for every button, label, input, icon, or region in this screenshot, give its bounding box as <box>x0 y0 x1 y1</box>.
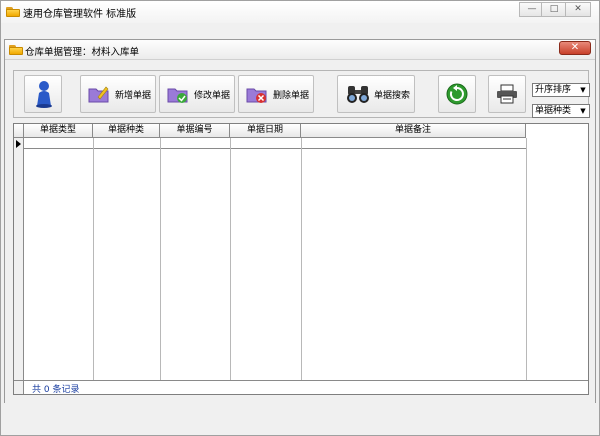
document-titlebar: 仓库单据管理：材料入库单 ✕ <box>5 40 595 60</box>
add-record-label: 新增单据 <box>115 91 152 101</box>
sort-order-value: 升序排序 <box>535 85 572 95</box>
refresh-button[interactable] <box>438 75 476 113</box>
user-figure-icon <box>36 81 52 108</box>
chevron-down-icon: ▼ <box>580 86 586 94</box>
print-button[interactable] <box>488 75 526 113</box>
refresh-icon <box>446 83 468 105</box>
status-bar <box>4 403 596 421</box>
document-title: 仓库单据管理：材料入库单 <box>25 47 140 58</box>
column-divider <box>526 138 527 380</box>
document-window: 仓库单据管理：材料入库单 ✕ 新增单据 修改单据 删除单据 单据搜索 升序排序 … <box>4 39 596 421</box>
column-header[interactable]: 单据日期 <box>230 124 301 138</box>
close-button[interactable]: ✕ <box>565 2 591 17</box>
record-type-select[interactable]: 单据种类 ▼ <box>532 104 590 118</box>
column-header[interactable]: 单据编号 <box>160 124 230 138</box>
edit-record-button[interactable]: 修改单据 <box>159 75 235 113</box>
folder-icon <box>9 44 23 55</box>
binoculars-icon <box>347 86 369 103</box>
column-header[interactable]: 单据种类 <box>93 124 160 138</box>
chevron-down-icon: ▼ <box>580 107 586 115</box>
column-divider <box>93 138 94 380</box>
header-corner <box>14 124 24 138</box>
current-row-marker-icon <box>16 140 21 148</box>
maximize-button[interactable]: □ <box>541 2 567 17</box>
column-header[interactable]: 单据类型 <box>24 124 93 138</box>
toolbar: 新增单据 修改单据 删除单据 单据搜索 升序排序 ▼ 单据种类 ▼ <box>13 70 590 118</box>
user-button[interactable] <box>24 75 62 113</box>
row-indicator-column <box>14 138 24 380</box>
sort-order-select[interactable]: 升序排序 ▼ <box>532 83 590 97</box>
grid-header: 单据类型 单据种类 单据编号 单据日期 单据备注 <box>14 124 526 138</box>
printer-icon <box>497 84 517 104</box>
folder-icon <box>6 6 20 17</box>
column-header[interactable]: 单据备注 <box>301 124 526 138</box>
search-record-button[interactable]: 单据搜索 <box>337 75 415 113</box>
column-divider <box>301 138 302 380</box>
search-record-label: 单据搜索 <box>374 91 411 101</box>
record-type-value: 单据种类 <box>535 106 572 116</box>
window-title: 速用仓库管理软件 标准版 <box>23 9 137 20</box>
column-divider <box>160 138 161 380</box>
main-titlebar: 速用仓库管理软件 标准版 — □ ✕ <box>1 1 599 23</box>
folder-delete-icon <box>246 88 267 103</box>
add-record-button[interactable]: 新增单据 <box>80 75 156 113</box>
folder-add-icon <box>88 86 109 103</box>
grid-footer: 共 0 条记录 <box>14 380 588 395</box>
edit-record-label: 修改单据 <box>194 91 231 101</box>
records-grid[interactable]: 单据类型 单据种类 单据编号 单据日期 单据备注 共 0 条记录 <box>13 123 589 395</box>
table-row[interactable] <box>24 138 526 149</box>
document-close-button[interactable]: ✕ <box>559 41 591 55</box>
footer-corner <box>14 381 24 394</box>
delete-record-label: 删除单据 <box>273 91 310 101</box>
main-window: 速用仓库管理软件 标准版 — □ ✕ 仓库单据管理：材料入库单 ✕ 新增单据 修… <box>0 0 600 436</box>
column-divider <box>230 138 231 380</box>
delete-record-button[interactable]: 删除单据 <box>238 75 314 113</box>
record-count: 共 0 条记录 <box>32 385 80 395</box>
folder-check-icon <box>167 88 188 103</box>
